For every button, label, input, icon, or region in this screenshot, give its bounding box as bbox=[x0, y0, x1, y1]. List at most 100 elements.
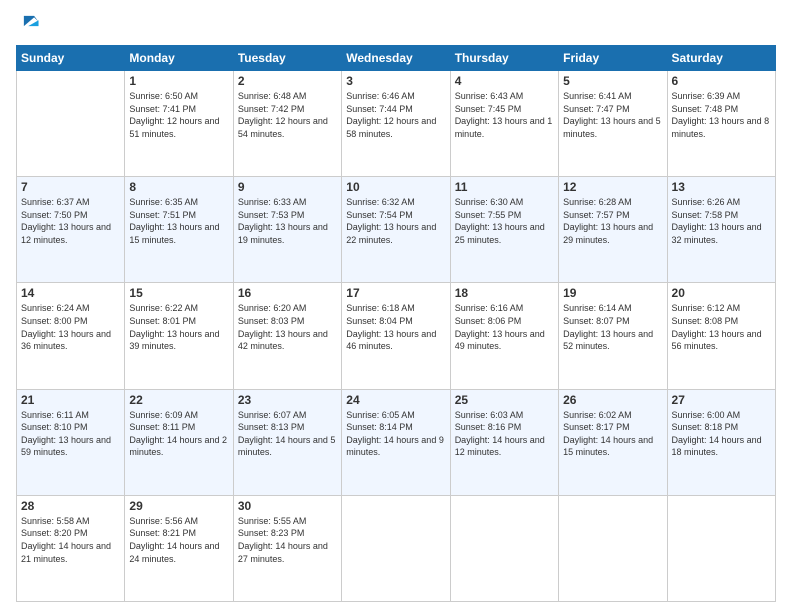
calendar-cell: 29 Sunrise: 5:56 AMSunset: 8:21 PMDayligh… bbox=[125, 495, 233, 601]
day-number: 4 bbox=[455, 74, 554, 88]
cell-info: Sunrise: 6:07 AMSunset: 8:13 PMDaylight:… bbox=[238, 409, 337, 459]
calendar-cell: 9 Sunrise: 6:33 AMSunset: 7:53 PMDaylight… bbox=[233, 177, 341, 283]
calendar-cell: 17 Sunrise: 6:18 AMSunset: 8:04 PMDayligh… bbox=[342, 283, 450, 389]
day-number: 12 bbox=[563, 180, 662, 194]
cell-info: Sunrise: 6:50 AMSunset: 7:41 PMDaylight:… bbox=[129, 90, 228, 140]
week-row-2: 7 Sunrise: 6:37 AMSunset: 7:50 PMDaylight… bbox=[17, 177, 776, 283]
calendar-cell: 7 Sunrise: 6:37 AMSunset: 7:50 PMDaylight… bbox=[17, 177, 125, 283]
cell-info: Sunrise: 5:55 AMSunset: 8:23 PMDaylight:… bbox=[238, 515, 337, 565]
cell-info: Sunrise: 6:28 AMSunset: 7:57 PMDaylight:… bbox=[563, 196, 662, 246]
calendar-cell: 25 Sunrise: 6:03 AMSunset: 8:16 PMDayligh… bbox=[450, 389, 558, 495]
cell-info: Sunrise: 6:26 AMSunset: 7:58 PMDaylight:… bbox=[672, 196, 771, 246]
calendar-cell: 20 Sunrise: 6:12 AMSunset: 8:08 PMDayligh… bbox=[667, 283, 775, 389]
cell-info: Sunrise: 6:16 AMSunset: 8:06 PMDaylight:… bbox=[455, 302, 554, 352]
day-number: 2 bbox=[238, 74, 337, 88]
cell-info: Sunrise: 5:58 AMSunset: 8:20 PMDaylight:… bbox=[21, 515, 120, 565]
calendar-cell: 16 Sunrise: 6:20 AMSunset: 8:03 PMDayligh… bbox=[233, 283, 341, 389]
day-header-monday: Monday bbox=[125, 46, 233, 71]
day-number: 13 bbox=[672, 180, 771, 194]
day-number: 19 bbox=[563, 286, 662, 300]
day-number: 10 bbox=[346, 180, 445, 194]
day-number: 18 bbox=[455, 286, 554, 300]
calendar-cell bbox=[450, 495, 558, 601]
calendar-cell: 26 Sunrise: 6:02 AMSunset: 8:17 PMDayligh… bbox=[559, 389, 667, 495]
day-number: 1 bbox=[129, 74, 228, 88]
calendar-table: SundayMondayTuesdayWednesdayThursdayFrid… bbox=[16, 45, 776, 602]
day-number: 26 bbox=[563, 393, 662, 407]
day-number: 25 bbox=[455, 393, 554, 407]
day-number: 23 bbox=[238, 393, 337, 407]
calendar-cell: 14 Sunrise: 6:24 AMSunset: 8:00 PMDayligh… bbox=[17, 283, 125, 389]
calendar-cell: 6Sunrise: 6:39 AMSunset: 7:48 PMDaylight… bbox=[667, 71, 775, 177]
calendar-cell: 5 Sunrise: 6:41 AMSunset: 7:47 PMDaylight… bbox=[559, 71, 667, 177]
calendar-cell: 12 Sunrise: 6:28 AMSunset: 7:57 PMDayligh… bbox=[559, 177, 667, 283]
calendar-cell: 22 Sunrise: 6:09 AMSunset: 8:11 PMDayligh… bbox=[125, 389, 233, 495]
day-number: 21 bbox=[21, 393, 120, 407]
calendar-cell: 28 Sunrise: 5:58 AMSunset: 8:20 PMDayligh… bbox=[17, 495, 125, 601]
cell-info: Sunrise: 6:24 AMSunset: 8:00 PMDaylight:… bbox=[21, 302, 120, 352]
cell-info: Sunrise: 6:41 AMSunset: 7:47 PMDaylight:… bbox=[563, 90, 662, 140]
cell-info: Sunrise: 5:56 AMSunset: 8:21 PMDaylight:… bbox=[129, 515, 228, 565]
cell-info: Sunrise: 6:20 AMSunset: 8:03 PMDaylight:… bbox=[238, 302, 337, 352]
calendar-cell: 11 Sunrise: 6:30 AMSunset: 7:55 PMDayligh… bbox=[450, 177, 558, 283]
cell-info: Sunrise: 6:22 AMSunset: 8:01 PMDaylight:… bbox=[129, 302, 228, 352]
day-number: 6 bbox=[672, 74, 771, 88]
day-number: 16 bbox=[238, 286, 337, 300]
day-number: 22 bbox=[129, 393, 228, 407]
day-number: 5 bbox=[563, 74, 662, 88]
calendar-cell: 4 Sunrise: 6:43 AMSunset: 7:45 PMDaylight… bbox=[450, 71, 558, 177]
header bbox=[16, 10, 776, 37]
cell-info: Sunrise: 6:12 AMSunset: 8:08 PMDaylight:… bbox=[672, 302, 771, 352]
calendar-cell bbox=[17, 71, 125, 177]
day-number: 15 bbox=[129, 286, 228, 300]
cell-info: Sunrise: 6:32 AMSunset: 7:54 PMDaylight:… bbox=[346, 196, 445, 246]
cell-info: Sunrise: 6:09 AMSunset: 8:11 PMDaylight:… bbox=[129, 409, 228, 459]
calendar-cell: 10 Sunrise: 6:32 AMSunset: 7:54 PMDayligh… bbox=[342, 177, 450, 283]
week-row-3: 14 Sunrise: 6:24 AMSunset: 8:00 PMDayligh… bbox=[17, 283, 776, 389]
cell-info: Sunrise: 6:30 AMSunset: 7:55 PMDaylight:… bbox=[455, 196, 554, 246]
calendar-cell bbox=[667, 495, 775, 601]
logo-icon bbox=[18, 10, 40, 32]
day-number: 7 bbox=[21, 180, 120, 194]
day-number: 17 bbox=[346, 286, 445, 300]
day-number: 14 bbox=[21, 286, 120, 300]
day-number: 28 bbox=[21, 499, 120, 513]
cell-info: Sunrise: 6:35 AMSunset: 7:51 PMDaylight:… bbox=[129, 196, 228, 246]
day-number: 3 bbox=[346, 74, 445, 88]
cell-info: Sunrise: 6:05 AMSunset: 8:14 PMDaylight:… bbox=[346, 409, 445, 459]
day-number: 20 bbox=[672, 286, 771, 300]
calendar-cell bbox=[342, 495, 450, 601]
day-header-friday: Friday bbox=[559, 46, 667, 71]
calendar-cell: 2 Sunrise: 6:48 AMSunset: 7:42 PMDaylight… bbox=[233, 71, 341, 177]
day-header-thursday: Thursday bbox=[450, 46, 558, 71]
week-row-1: 1 Sunrise: 6:50 AMSunset: 7:41 PMDaylight… bbox=[17, 71, 776, 177]
day-number: 29 bbox=[129, 499, 228, 513]
page: SundayMondayTuesdayWednesdayThursdayFrid… bbox=[0, 0, 792, 612]
calendar-cell: 13 Sunrise: 6:26 AMSunset: 7:58 PMDayligh… bbox=[667, 177, 775, 283]
cell-info: Sunrise: 6:02 AMSunset: 8:17 PMDaylight:… bbox=[563, 409, 662, 459]
day-header-tuesday: Tuesday bbox=[233, 46, 341, 71]
day-number: 9 bbox=[238, 180, 337, 194]
day-header-saturday: Saturday bbox=[667, 46, 775, 71]
day-number: 27 bbox=[672, 393, 771, 407]
cell-info: Sunrise: 6:43 AMSunset: 7:45 PMDaylight:… bbox=[455, 90, 554, 140]
calendar-cell: 24Sunrise: 6:05 AMSunset: 8:14 PMDayligh… bbox=[342, 389, 450, 495]
cell-info: Sunrise: 6:18 AMSunset: 8:04 PMDaylight:… bbox=[346, 302, 445, 352]
calendar-cell bbox=[559, 495, 667, 601]
cell-info: Sunrise: 6:48 AMSunset: 7:42 PMDaylight:… bbox=[238, 90, 337, 140]
cell-info: Sunrise: 6:37 AMSunset: 7:50 PMDaylight:… bbox=[21, 196, 120, 246]
calendar-cell: 23 Sunrise: 6:07 AMSunset: 8:13 PMDayligh… bbox=[233, 389, 341, 495]
cell-info: Sunrise: 6:14 AMSunset: 8:07 PMDaylight:… bbox=[563, 302, 662, 352]
cell-info: Sunrise: 6:46 AMSunset: 7:44 PMDaylight:… bbox=[346, 90, 445, 140]
day-number: 11 bbox=[455, 180, 554, 194]
cell-info: Sunrise: 6:33 AMSunset: 7:53 PMDaylight:… bbox=[238, 196, 337, 246]
cell-info: Sunrise: 6:11 AMSunset: 8:10 PMDaylight:… bbox=[21, 409, 120, 459]
cell-info: Sunrise: 6:03 AMSunset: 8:16 PMDaylight:… bbox=[455, 409, 554, 459]
week-row-4: 21 Sunrise: 6:11 AMSunset: 8:10 PMDayligh… bbox=[17, 389, 776, 495]
cell-info: Sunrise: 6:00 AMSunset: 8:18 PMDaylight:… bbox=[672, 409, 771, 459]
calendar-cell: 1 Sunrise: 6:50 AMSunset: 7:41 PMDaylight… bbox=[125, 71, 233, 177]
calendar-cell: 19 Sunrise: 6:14 AMSunset: 8:07 PMDayligh… bbox=[559, 283, 667, 389]
calendar-cell: 8Sunrise: 6:35 AMSunset: 7:51 PMDaylight… bbox=[125, 177, 233, 283]
calendar-cell: 3 Sunrise: 6:46 AMSunset: 7:44 PMDaylight… bbox=[342, 71, 450, 177]
calendar-cell: 27 Sunrise: 6:00 AMSunset: 8:18 PMDayligh… bbox=[667, 389, 775, 495]
